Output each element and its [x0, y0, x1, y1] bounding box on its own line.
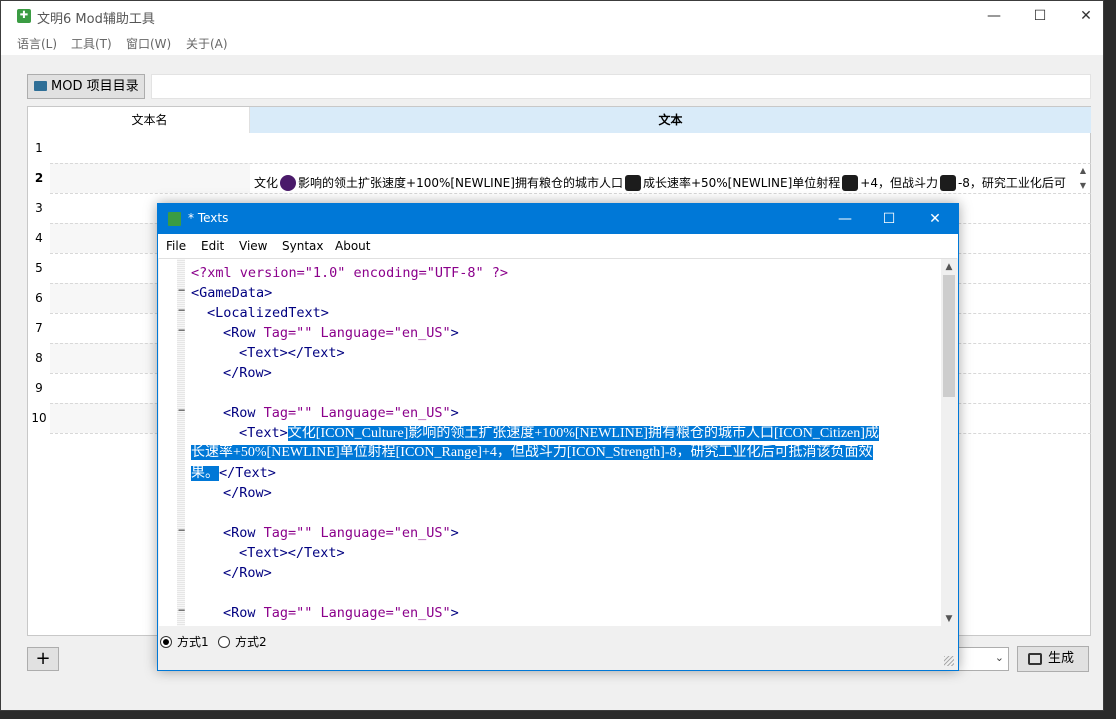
menu-view[interactable]: View [239, 239, 267, 253]
mod-directory-button[interactable]: MOD 项目目录 [27, 74, 145, 99]
code-line: <GameData> [191, 285, 273, 301]
code-line: <Row Tag="" Language="en_US"> [223, 605, 459, 621]
code-line: <Row Tag="" Language="en_US"> [223, 405, 459, 421]
strength-icon [939, 175, 956, 191]
folder-icon [34, 81, 47, 91]
menu-file[interactable]: File [166, 239, 186, 253]
code-line-selected: <Text>文化[ICON_Culture]影响的领土扩张速度+100%[NEW… [239, 425, 879, 441]
texts-dialog: * Texts — ☐ ✕ File Edit View Syntax Abou… [157, 203, 959, 671]
code-line: <Row Tag="" Language="en_US"> [223, 525, 459, 541]
menu-tools[interactable]: 工具(T) [71, 35, 112, 52]
radio-unchecked-icon [218, 636, 230, 648]
code-line: </Row> [223, 485, 272, 501]
cell-text-segment: +4，但战斗力 [860, 176, 938, 190]
code-line: <Text></Text> [239, 623, 345, 626]
radio-mode-2[interactable]: 方式2 [218, 633, 267, 650]
code-line: </Row> [223, 365, 272, 381]
generate-label: 生成 [1048, 651, 1075, 666]
column-header-name[interactable]: 文本名 [50, 107, 250, 133]
culture-icon [280, 175, 297, 191]
cell-text-segment: 文化 [254, 176, 279, 190]
cell-text-segment: 成长速率+50%[NEWLINE]单位射程 [642, 176, 841, 190]
mod-directory-label: MOD 项目目录 [51, 79, 139, 94]
row-number[interactable]: 5 [28, 253, 50, 283]
table-corner [28, 107, 50, 133]
selected-text: 果。 [191, 466, 219, 481]
menu-language[interactable]: 语言(L) [17, 35, 57, 52]
main-title-bar: ✚ 文明6 Mod辅助工具 — ☐ ✕ [1, 1, 1103, 31]
table-cell-text[interactable]: 文化 影响的领土扩张速度+100%[NEWLINE]拥有粮仓的城市人口 成长速率+5… [254, 163, 1069, 203]
column-header-text[interactable]: 文本 [250, 107, 1091, 133]
fold-toggle[interactable]: − [178, 403, 185, 417]
row-number[interactable]: 4 [28, 223, 50, 253]
cell-scrollbar[interactable]: ▲ ▼ [1076, 163, 1090, 193]
close-button[interactable]: ✕ [1063, 1, 1109, 31]
code-line: <?xml version="1.0" encoding="UTF-8" ?> [191, 265, 508, 281]
fold-toggle[interactable]: − [178, 323, 185, 337]
scroll-thumb[interactable] [943, 275, 955, 397]
code-line: <LocalizedText> [207, 305, 329, 321]
row-number[interactable]: 9 [28, 373, 50, 403]
row-number[interactable]: 2 [28, 163, 50, 193]
row-number[interactable]: 8 [28, 343, 50, 373]
code-line: <Text></Text> [239, 545, 345, 561]
menu-about[interactable]: 关于(A) [186, 35, 228, 52]
table-cell-name[interactable] [50, 163, 250, 193]
generate-button[interactable]: 生成 [1017, 646, 1089, 672]
radio-mode-1[interactable]: 方式1 [160, 633, 209, 650]
menu-window[interactable]: 窗口(W) [126, 35, 171, 52]
fold-toggle[interactable]: − [178, 523, 185, 537]
minimize-button[interactable]: — [971, 1, 1017, 31]
scroll-up-icon[interactable]: ▲ [941, 259, 957, 275]
scroll-up-icon[interactable]: ▲ [1076, 163, 1090, 178]
scroll-down-icon[interactable]: ▼ [941, 611, 957, 626]
selected-text: 文化[ICON_Culture]影响的领土扩张速度+100%[NEWLINE]拥… [287, 426, 879, 441]
row-number[interactable]: 1 [28, 133, 50, 163]
row-number[interactable]: 10 [28, 403, 50, 433]
app-icon: ✚ [17, 9, 31, 23]
mode-radio-group: 方式1 方式2 [158, 628, 958, 670]
window-title: 文明6 Mod辅助工具 [37, 12, 155, 27]
code-line: </Row> [223, 565, 272, 581]
add-row-button[interactable]: + [27, 647, 59, 671]
fold-toggle[interactable]: − [178, 303, 185, 317]
code-line-selected: 长速率+50%[NEWLINE]单位射程[ICON_Range]+4，但战斗力[… [191, 443, 873, 463]
xml-editor[interactable]: − − − − − − <?xml version="1.0" encoding… [159, 258, 957, 626]
cell-text-segment: 影响的领土扩张速度+100%[NEWLINE]拥有粮仓的城市人口 [298, 176, 623, 190]
editor-scrollbar[interactable]: ▲ ▼ [941, 259, 957, 626]
row-number[interactable]: 7 [28, 313, 50, 343]
mod-path-input[interactable] [151, 74, 1091, 99]
scroll-down-icon[interactable]: ▼ [1076, 178, 1090, 193]
menu-syntax[interactable]: Syntax [282, 239, 323, 253]
fold-toggle[interactable]: − [178, 603, 185, 617]
code-line: <Text></Text> [239, 345, 345, 361]
chevron-down-icon: ⌄ [994, 651, 1004, 664]
menu-about[interactable]: About [335, 239, 370, 253]
fold-toggle[interactable]: − [178, 283, 185, 297]
dialog-menu-bar [158, 234, 958, 258]
code-line: <Row Tag="" Language="en_US"> [223, 325, 459, 341]
dialog-title: * Texts [188, 211, 229, 225]
maximize-button[interactable]: ☐ [1017, 1, 1063, 31]
dialog-maximize-button[interactable]: ☐ [866, 204, 912, 234]
dialog-minimize-button[interactable]: — [822, 204, 868, 234]
code-line-selected: 果。</Text> [191, 465, 276, 481]
resize-grip-icon[interactable] [944, 656, 954, 666]
document-icon [168, 212, 181, 226]
citizen-icon [624, 175, 641, 191]
printer-icon [1028, 653, 1042, 665]
cell-text-segment: -8，研究工业化后可 [957, 176, 1066, 190]
menu-edit[interactable]: Edit [201, 239, 224, 253]
radio-checked-icon [160, 636, 172, 648]
dialog-title-bar: * Texts — ☐ ✕ [158, 204, 958, 234]
dialog-close-button[interactable]: ✕ [912, 204, 958, 234]
row-number[interactable]: 3 [28, 193, 50, 223]
mode-combobox[interactable]: ⌄ [956, 647, 1009, 671]
selected-text: 长速率+50%[NEWLINE]单位射程[ICON_Range]+4，但战斗力[… [191, 445, 873, 460]
row-number[interactable]: 6 [28, 283, 50, 313]
range-icon [842, 175, 859, 191]
